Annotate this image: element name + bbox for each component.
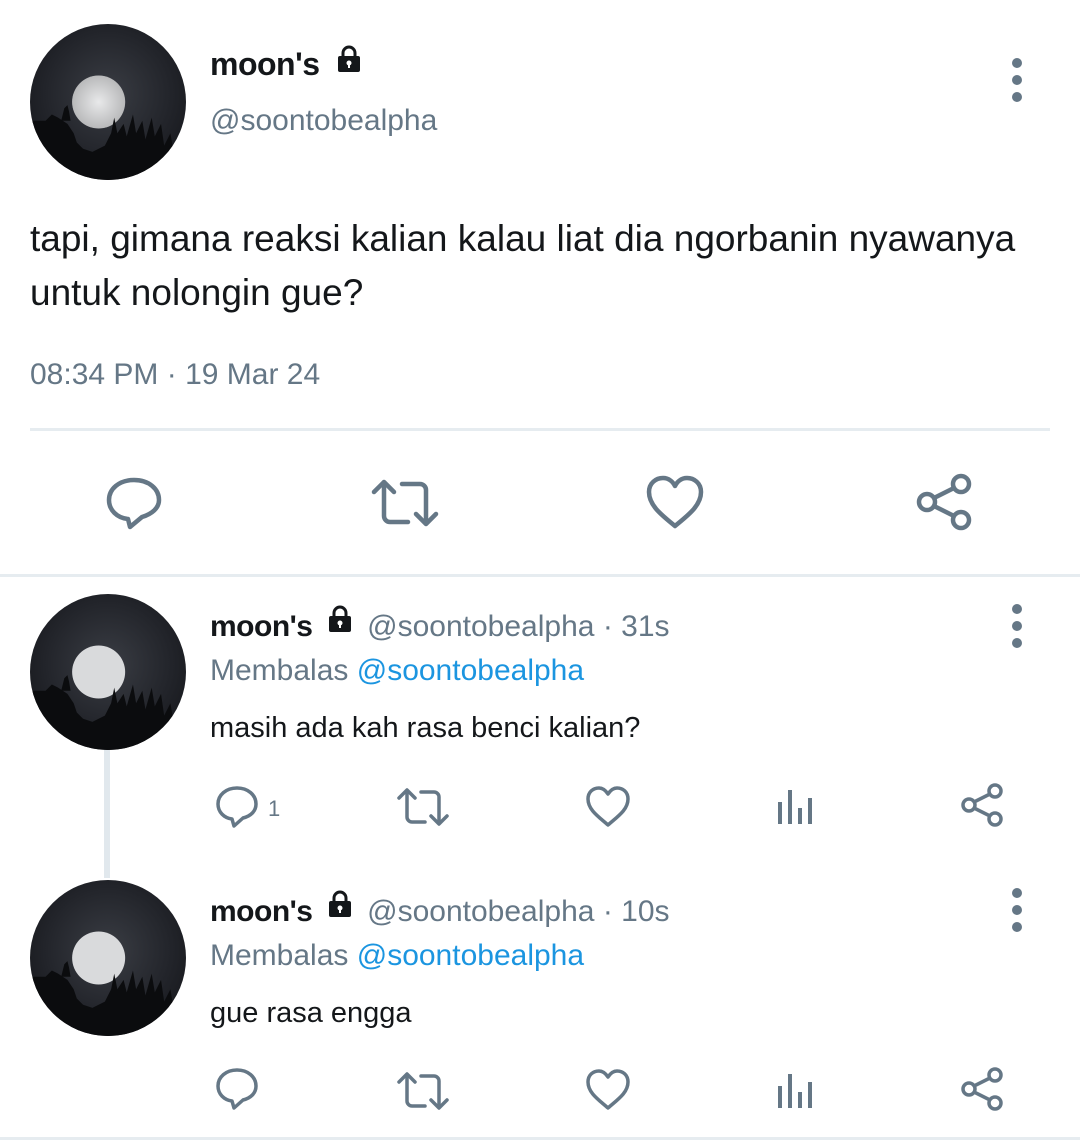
moon-wolf-avatar-image [30, 645, 186, 750]
avatar[interactable] [30, 594, 186, 750]
display-name-text[interactable]: moon's [210, 46, 320, 82]
tweet-text: tapi, gimana reaksi kalian kalau liat di… [30, 212, 1070, 320]
display-name[interactable]: moon's [210, 44, 364, 83]
avatar[interactable] [30, 24, 186, 180]
reply-header: moon's @soontobealpha · 10s [210, 890, 670, 929]
reply-age[interactable]: 10s [621, 895, 669, 928]
retweet-icon[interactable] [396, 786, 450, 828]
avatar[interactable] [30, 880, 186, 1036]
replying-to: Membalas @soontobealpha [210, 654, 584, 688]
replying-to-link[interactable]: @soontobealpha [357, 939, 584, 972]
reply-header: moon's @soontobealpha · 31s [210, 605, 670, 644]
reply-age[interactable]: 31s [621, 610, 669, 643]
separator: · [602, 895, 613, 928]
thread-line [104, 748, 110, 878]
lock-icon [325, 604, 355, 642]
replying-prefix: Membalas [210, 939, 349, 972]
lock-icon [334, 44, 364, 82]
display-name[interactable]: moon's [210, 895, 313, 928]
replying-to-link[interactable]: @soontobealpha [357, 654, 584, 687]
more-vertical-icon[interactable] [1011, 888, 1023, 939]
replying-prefix: Membalas [210, 654, 349, 687]
handle[interactable]: @soontobealpha [367, 610, 594, 643]
retweet-icon[interactable] [396, 1070, 450, 1112]
timestamp[interactable]: 08:34 PM · 19 Mar 24 [30, 358, 320, 392]
more-vertical-icon[interactable] [1011, 58, 1023, 109]
analytics-icon[interactable] [776, 788, 816, 826]
lock-icon [325, 889, 355, 927]
tweet-text-line: untuk nolongin gue? [30, 272, 364, 313]
like-icon[interactable] [585, 1068, 631, 1112]
display-name[interactable]: moon's [210, 610, 313, 643]
analytics-icon[interactable] [776, 1072, 816, 1110]
share-icon[interactable] [960, 782, 1006, 828]
handle[interactable]: @soontobealpha [210, 104, 437, 138]
retweet-icon[interactable] [370, 476, 440, 530]
separator: · [602, 610, 613, 643]
moon-wolf-avatar-image [30, 75, 186, 180]
like-icon[interactable] [645, 474, 705, 530]
share-icon[interactable] [960, 1066, 1006, 1112]
like-icon[interactable] [585, 785, 631, 829]
reply-icon[interactable] [104, 474, 164, 532]
reply-icon[interactable] [214, 1066, 260, 1112]
share-icon[interactable] [915, 472, 975, 532]
more-vertical-icon[interactable] [1011, 604, 1023, 655]
replying-to: Membalas @soontobealpha [210, 939, 584, 973]
divider [30, 428, 1050, 431]
reply-icon[interactable] [214, 784, 260, 830]
handle[interactable]: @soontobealpha [367, 895, 594, 928]
tweet-text-line: tapi, gimana reaksi kalian kalau liat di… [30, 218, 1016, 259]
section-divider [0, 574, 1080, 577]
reply-text: masih ada kah rasa benci kalian? [210, 712, 641, 744]
reply-text: gue rasa engga [210, 997, 412, 1029]
moon-wolf-avatar-image [30, 931, 186, 1036]
reply-count: 1 [268, 796, 281, 821]
